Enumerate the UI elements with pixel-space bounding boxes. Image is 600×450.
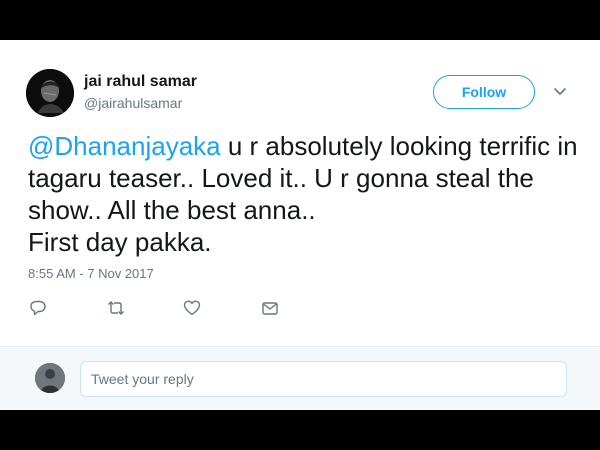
user-handle[interactable]: @jairahulsamar — [84, 95, 182, 111]
viewer-avatar — [35, 363, 65, 393]
tweet-timestamp[interactable]: 8:55 AM - 7 Nov 2017 — [28, 266, 154, 281]
tweet-actions — [28, 298, 328, 320]
reply-input[interactable] — [80, 361, 567, 397]
avatar-image — [26, 69, 74, 117]
tweet-text: @Dhananjayaka u r absolutely looking ter… — [28, 130, 588, 258]
display-name[interactable]: jai rahul samar — [84, 73, 197, 91]
viewer-avatar-image — [35, 363, 65, 393]
user-avatar[interactable] — [26, 69, 74, 117]
reply-icon[interactable] — [28, 298, 48, 318]
mention-link[interactable]: @Dhananjayaka — [28, 131, 221, 161]
message-icon[interactable] — [260, 298, 280, 318]
tweet-card: jai rahul samar @jairahulsamar Follow @D… — [0, 40, 600, 410]
tweet-last-line: First day pakka. — [28, 227, 212, 257]
reply-composer — [0, 347, 600, 410]
follow-button[interactable]: Follow — [433, 75, 535, 109]
like-icon[interactable] — [182, 298, 202, 318]
chevron-down-icon[interactable] — [551, 85, 569, 99]
retweet-icon[interactable] — [106, 298, 126, 318]
